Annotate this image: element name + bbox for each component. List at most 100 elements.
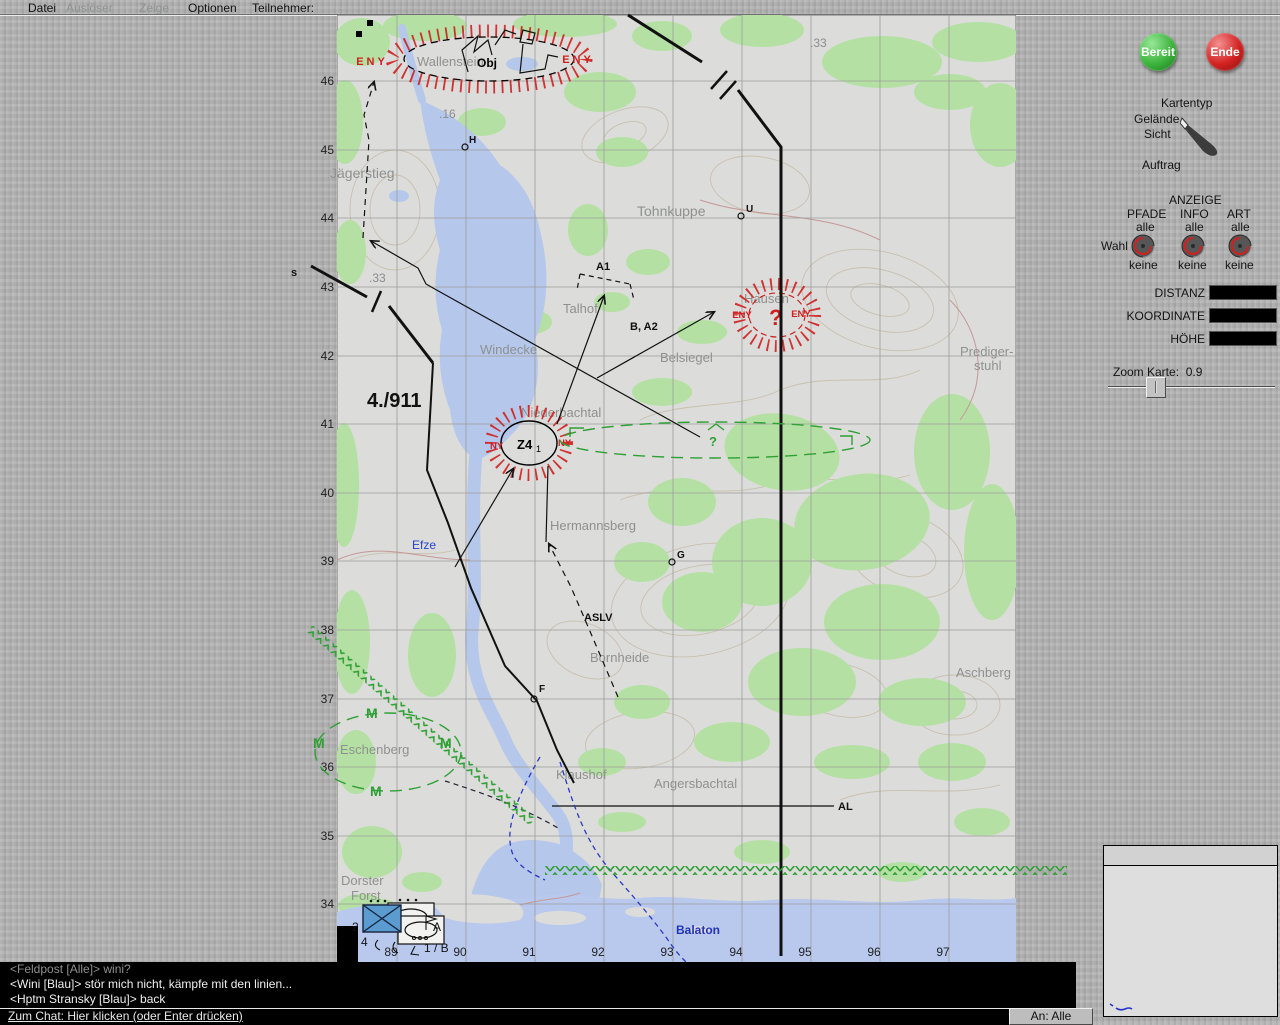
svg-text:35: 35 (321, 829, 335, 843)
menu-bar: Datei Auslöser Zeige Optionen Teilnehmer… (0, 0, 1280, 15)
note-panel[interactable] (1103, 845, 1278, 1017)
svg-text:.33: .33 (369, 271, 386, 285)
svg-text:U: U (746, 204, 753, 215)
svg-text:97: 97 (936, 945, 950, 959)
svg-text:Eschenberg: Eschenberg (340, 742, 409, 757)
svg-text:Hermannsberg: Hermannsberg (550, 518, 636, 533)
menu-zeige: Zeige (139, 1, 170, 15)
minefield-marker: M (370, 783, 382, 799)
map-area[interactable]: 46 45 44 43 42 41 40 39 38 37 36 35 34 8… (0, 14, 1103, 962)
distance-label: DISTANZ (1154, 286, 1205, 300)
eny-label: ENY (562, 54, 594, 66)
ny-label: NY (558, 438, 572, 449)
menu-ausloeser: Auslöser (66, 1, 113, 15)
svg-text:90: 90 (453, 945, 467, 959)
wahl-label: Wahl (1101, 239, 1128, 253)
pfade-knob[interactable] (1130, 233, 1156, 259)
svg-text:Forst: Forst (351, 888, 381, 903)
svg-text:40: 40 (321, 486, 335, 500)
map-type-option-terrain[interactable]: Gelände (1134, 112, 1179, 126)
svg-text:43: 43 (321, 280, 335, 294)
map-type-title: Kartentyp (1161, 96, 1213, 110)
svg-text:s: s (291, 267, 297, 279)
svg-text:F: F (539, 684, 545, 695)
chat-prompt-text[interactable]: Zum Chat: Hier klicken (oder Enter drück… (0, 1009, 243, 1023)
svg-text:37: 37 (321, 692, 335, 706)
svg-text:A1: A1 (596, 261, 610, 273)
unit-label: 4 (361, 935, 368, 949)
end-button[interactable]: Ende (1206, 33, 1244, 71)
eny-label: ENY (791, 309, 811, 320)
map-type-option-view[interactable]: Sicht (1144, 127, 1171, 141)
ny-label: NY (490, 441, 504, 452)
obstacle-wire (545, 866, 1067, 875)
svg-text:42: 42 (321, 349, 335, 363)
svg-text:Windecke: Windecke (480, 342, 537, 357)
info-knob[interactable] (1180, 233, 1206, 259)
svg-text:41: 41 (321, 417, 335, 431)
svg-text:39: 39 (321, 554, 335, 568)
chat-prompt-bar[interactable]: Zum Chat: Hier klicken (oder Enter drück… (0, 1008, 1009, 1025)
art-knob[interactable] (1227, 233, 1253, 259)
objective-label: Obj (477, 56, 497, 70)
svg-text:91: 91 (522, 945, 536, 959)
svg-text:94: 94 (729, 945, 743, 959)
chat-message: <Wini [Blau]> stör mich nicht, kämpfe mi… (10, 977, 293, 991)
signature-scribble (1109, 1003, 1133, 1011)
unit-symbol-friendly-mech-selected[interactable] (362, 899, 402, 933)
chat-recipient-button[interactable]: An: Alle (1009, 1008, 1093, 1025)
display-title: ANZEIGE (1169, 193, 1222, 207)
svg-text:36: 36 (321, 760, 335, 774)
svg-text:.33: .33 (810, 36, 827, 50)
svg-text:.16: .16 (439, 107, 456, 121)
eny-label: ENY (732, 310, 752, 321)
svg-text:Tohnkuppe: Tohnkuppe (637, 203, 706, 219)
display-col-info: INFO (1180, 207, 1209, 221)
coordinate-label: KOORDINATE (1126, 309, 1205, 323)
info-alle-label: alle (1185, 220, 1204, 234)
svg-text:46: 46 (321, 74, 335, 88)
svg-text:34: 34 (321, 897, 335, 911)
svg-text:45: 45 (321, 143, 335, 157)
zoom-slider-handle[interactable] (1146, 377, 1166, 398)
mission-button[interactable]: Auftrag (1142, 158, 1181, 172)
coordinate-field (1209, 308, 1277, 323)
minefield-marker: M (313, 735, 325, 751)
svg-text:stuhl: stuhl (974, 358, 1002, 373)
zoom-value: 0.9 (1185, 365, 1203, 379)
chat-message: <Hptm Stransky [Blau]> back (10, 992, 166, 1006)
note-panel-header (1104, 846, 1277, 866)
menu-optionen[interactable]: Optionen (188, 1, 237, 15)
svg-text:B, A2: B, A2 (630, 321, 658, 333)
z4-sub-label: 1 (536, 444, 541, 454)
art-keine-label: keine (1225, 258, 1254, 272)
svg-text:AL: AL (838, 801, 853, 813)
minefield-marker: M (366, 705, 378, 721)
svg-text:95: 95 (798, 945, 812, 959)
svg-text:Prediger-: Prediger- (960, 344, 1013, 359)
menu-datei[interactable]: Datei (28, 1, 56, 15)
svg-text:Efze: Efze (412, 538, 436, 552)
app-window: { "menu": { "items": [ {"label": "Datei"… (0, 0, 1280, 1025)
display-col-pfade: PFADE (1127, 207, 1167, 221)
svg-text:Talhof: Talhof (563, 301, 598, 316)
eny-label: ENY (356, 56, 388, 68)
svg-text:Dorster: Dorster (341, 873, 384, 888)
distance-field (1209, 285, 1277, 300)
ready-button[interactable]: Bereit (1139, 33, 1177, 71)
svg-text:Wallenstein: Wallenstein (417, 54, 484, 69)
zoom-slider-track[interactable] (1108, 386, 1275, 388)
height-field (1209, 331, 1277, 346)
terrain-layer (337, 15, 1016, 962)
svg-text:ASLV: ASLV (584, 612, 613, 624)
unit-label: A (433, 920, 441, 934)
pen-cursor-icon (1180, 117, 1218, 156)
svg-text:92: 92 (591, 945, 605, 959)
green-question-marker: ? (709, 434, 717, 449)
menu-teilnehmer[interactable]: Teilnehmer: (252, 1, 314, 15)
info-keine-label: keine (1178, 258, 1207, 272)
svg-text:Aschberg: Aschberg (956, 665, 1011, 680)
pfade-keine-label: keine (1129, 258, 1158, 272)
display-col-art: ART (1227, 207, 1251, 221)
svg-text:44: 44 (321, 211, 335, 225)
